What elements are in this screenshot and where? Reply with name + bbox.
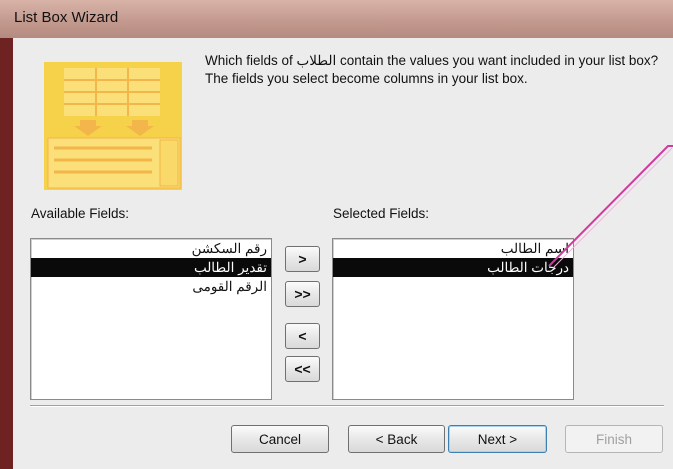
window-frame (0, 38, 13, 469)
next-button[interactable]: Next > (448, 425, 547, 453)
cancel-button[interactable]: Cancel (231, 425, 329, 453)
available-field-item[interactable]: رقم السكشن (31, 239, 271, 258)
add-all-fields-button[interactable]: >> (285, 281, 320, 307)
available-field-item[interactable]: تقدير الطالب (31, 258, 271, 277)
selected-fields-list[interactable]: اسم الطالب درجات الطالب (332, 238, 574, 400)
remove-field-button[interactable]: < (285, 323, 320, 349)
window-title: List Box Wizard (14, 9, 119, 26)
footer-separator (30, 405, 664, 407)
wizard-instruction: Which fields of الطلاب contain the value… (205, 53, 659, 86)
title-bar: List Box Wizard (0, 0, 673, 38)
add-field-button[interactable]: > (285, 246, 320, 272)
remove-all-fields-button[interactable]: << (285, 356, 320, 382)
selected-fields-label: Selected Fields: (333, 206, 430, 221)
selected-field-item[interactable]: درجات الطالب (333, 258, 573, 277)
selected-field-item[interactable]: اسم الطالب (333, 239, 573, 258)
available-fields-label: Available Fields: (31, 206, 130, 221)
available-field-item[interactable]: الرقم القومى (31, 277, 271, 296)
finish-button[interactable]: Finish (565, 425, 663, 453)
wizard-graphic-icon (44, 62, 182, 190)
back-button[interactable]: < Back (348, 425, 445, 453)
available-fields-list[interactable]: رقم السكشن تقدير الطالب الرقم القومى (30, 238, 272, 400)
